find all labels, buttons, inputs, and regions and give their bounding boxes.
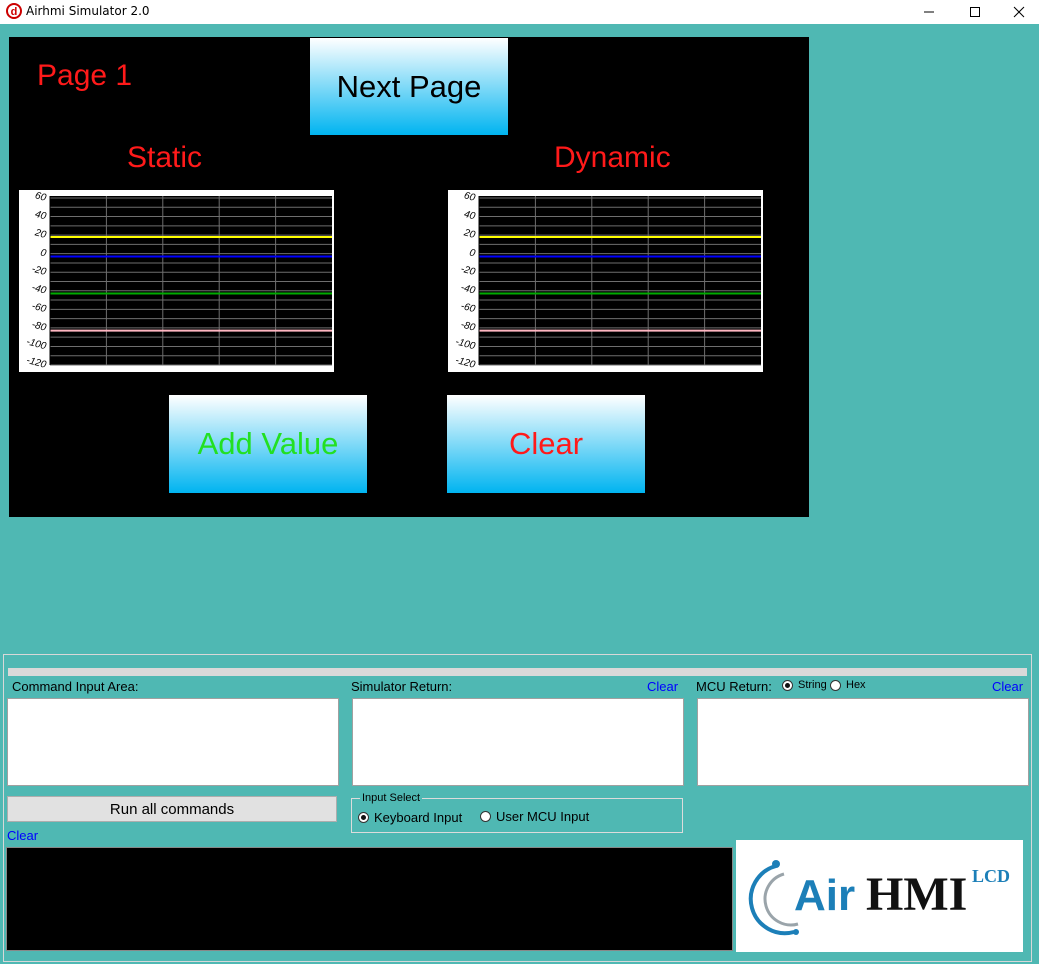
mcu-format-string-radio[interactable]: String [782, 679, 827, 691]
logo-lcd-text: LCD [972, 866, 1010, 886]
maximize-icon [970, 7, 980, 17]
command-input-textarea[interactable] [7, 698, 339, 786]
dynamic-chart: 6040200-20-40-60-80-100-120 [448, 190, 763, 372]
keyboard-input-radio[interactable]: Keyboard Input [358, 810, 462, 825]
radio-dot-selected [358, 812, 369, 823]
user-mcu-input-radio[interactable]: User MCU Input [480, 809, 589, 824]
simulator-return-clear-link[interactable]: Clear [647, 679, 678, 694]
radio-dot [480, 811, 491, 822]
minimize-icon [924, 11, 934, 13]
airhmi-logo: Air HMI LCD [736, 840, 1023, 952]
dynamic-chart-title: Dynamic [554, 141, 671, 174]
run-all-commands-button[interactable]: Run all commands [7, 796, 337, 822]
logo-hmi-text: HMI [866, 868, 967, 921]
next-page-button[interactable]: Next Page [310, 38, 508, 135]
static-chart: 6040200-20-40-60-80-100-120 [19, 190, 334, 372]
radio-dot-selected [782, 679, 793, 691]
window-title: Airhmi Simulator 2.0 [26, 4, 150, 18]
svg-text:d: d [11, 6, 18, 18]
radio-label: Hex [846, 679, 866, 691]
hmi-screen: Page 1 Next Page Static Dynamic 60 40 20 0-… [9, 37, 809, 517]
app-icon: d [6, 3, 22, 19]
mcu-return-textarea[interactable] [697, 698, 1029, 786]
input-select-legend: Input Select [360, 792, 423, 804]
page-label: Page 1 [37, 59, 133, 92]
console-output [6, 847, 733, 951]
progress-bar [8, 668, 1027, 676]
minimize-button[interactable] [906, 0, 952, 24]
radio-label: String [798, 679, 827, 691]
command-clear-link[interactable]: Clear [7, 828, 38, 843]
clear-chart-button[interactable]: Clear [447, 395, 645, 493]
add-value-button[interactable]: Add Value [169, 395, 367, 493]
mcu-return-clear-link[interactable]: Clear [992, 679, 1023, 694]
airhmi-logo-graphic: Air HMI LCD [748, 860, 1010, 936]
title-bar: d Airhmi Simulator 2.0 [0, 0, 1039, 24]
maximize-button[interactable] [952, 0, 998, 24]
close-icon [1013, 6, 1025, 18]
static-chart-title: Static [127, 141, 203, 174]
simulator-return-label: Simulator Return: [351, 679, 453, 694]
mcu-format-hex-radio[interactable]: Hex [830, 679, 866, 691]
simulator-return-textarea[interactable] [352, 698, 684, 786]
radio-label: User MCU Input [496, 809, 590, 824]
mcu-return-label: MCU Return: [696, 679, 772, 694]
radio-dot [830, 679, 841, 691]
command-input-label: Command Input Area: [12, 679, 139, 694]
logo-air-text: Air [794, 871, 855, 920]
plot-area [50, 196, 332, 365]
close-button[interactable] [996, 0, 1039, 24]
plot-area [479, 196, 761, 365]
radio-label: Keyboard Input [374, 810, 463, 825]
